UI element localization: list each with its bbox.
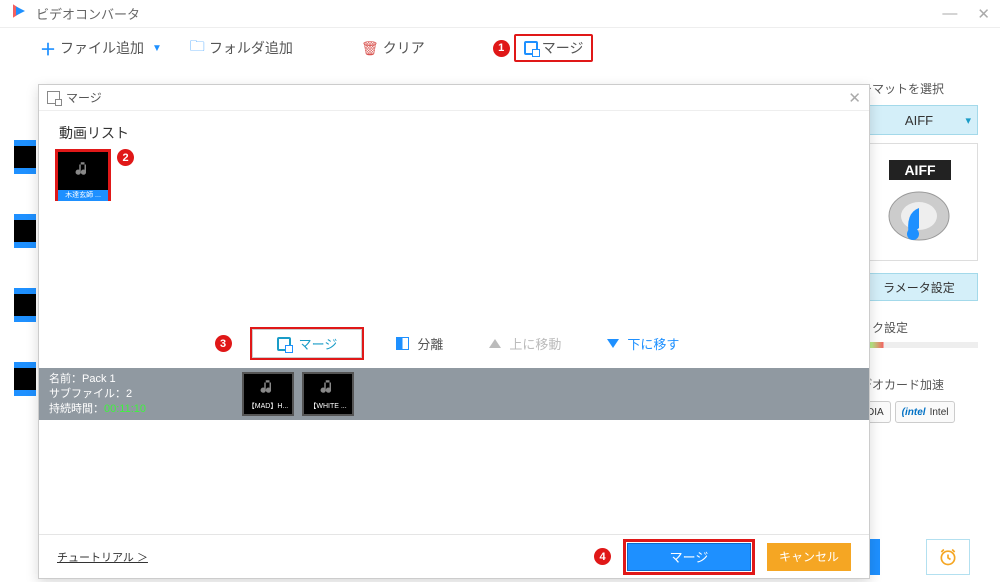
trash-icon: 🗑 [361,40,379,57]
merge-modal: マージ ✕ 動画リスト 木達玄師 ... 2 3 マージ [38,84,870,579]
pack-item-label: 【MAD】H... [248,401,288,411]
format-select[interactable]: AIFF [860,105,978,135]
folder-icon: 🗀 [190,36,205,61]
schedule-button[interactable] [926,539,970,575]
format-preview: AIFF [860,143,978,261]
modal-title: マージ [66,89,102,106]
video-accel-label: デオカード加速 [860,376,978,393]
bg-thumb [14,288,36,322]
chevron-down-icon[interactable]: ▼ [152,43,162,54]
separate-action-button[interactable]: 分離 [382,330,457,357]
modal-close-button[interactable]: ✕ [848,89,861,107]
preview-text: AIFF [904,162,936,178]
bg-thumb [14,140,36,174]
music-note-icon [319,378,337,399]
merge-icon [277,337,291,351]
quick-settings-slider[interactable] [860,342,978,348]
separate-icon [396,337,409,350]
add-file-label: ファイル追加 [60,38,144,58]
move-up-label: 上に移動 [509,334,561,353]
parameter-settings-button[interactable]: ラメータ設定 [860,273,978,301]
app-logo-icon [10,2,28,25]
add-file-button[interactable]: ＋ ファイル追加 ▼ [40,36,162,60]
clear-label: クリア [383,38,425,58]
merge-action-label: マージ [299,334,338,353]
app-title: ビデオコンバータ [36,4,140,23]
add-folder-button[interactable]: 🗀 フォルダ追加 [190,36,293,61]
gpu-chip-intel[interactable]: (intelIntel [895,401,956,423]
merge-confirm-button[interactable]: マージ [627,543,751,571]
music-note-icon [74,160,92,183]
merge-icon [524,41,538,55]
video-item-label: 木達玄師 ... [58,190,108,201]
bg-thumb [14,214,36,248]
pack-item-thumb[interactable]: 【MAD】H... [242,372,294,416]
step-badge-2: 2 [117,149,134,166]
step-badge-3: 3 [215,335,232,352]
format-select-label: ーマットを選択 [860,80,978,97]
minimize-button[interactable]: — [942,5,957,23]
bg-thumb [14,362,36,396]
move-up-button[interactable]: 上に移動 [475,330,575,357]
quick-settings-label[interactable]: ック設定 [860,319,978,336]
pack-item-thumb[interactable]: 【WHITE ... [302,372,354,416]
left-thumbnail-stack [14,140,36,396]
merge-toolbar-button[interactable]: マージ [514,34,594,62]
arrow-up-icon [489,339,501,348]
merge-icon [47,91,60,104]
pack-info-text: 名前：Pack 1 サブファイル：2 持続時間：00:11:10 [49,372,146,417]
cancel-button[interactable]: キャンセル [767,543,851,571]
merge-label: マージ [542,38,584,58]
merge-action-button[interactable]: マージ [252,329,363,358]
step-badge-4: 4 [594,548,611,565]
add-folder-label: フォルダ追加 [209,38,293,58]
plus-icon: ＋ [40,36,56,60]
tutorial-link[interactable]: チュートリアル ＞ [57,549,148,565]
music-note-icon [259,378,277,399]
arrow-down-icon [607,339,619,348]
video-list-heading: 動画リスト [59,123,853,143]
clear-button[interactable]: 🗑 クリア [361,38,425,58]
move-down-label: 下に移す [627,334,679,353]
pack-item-label: 【WHITE ... [309,401,346,411]
separate-action-label: 分離 [417,334,443,353]
pack-info-bar[interactable]: 名前：Pack 1 サブファイル：2 持続時間：00:11:10 【MAD】H.… [39,368,869,420]
step-badge-1: 1 [493,40,510,57]
move-down-button[interactable]: 下に移す [593,330,693,357]
video-list-item[interactable]: 木達玄師 ... [55,149,111,201]
close-button[interactable]: ✕ [977,5,990,23]
